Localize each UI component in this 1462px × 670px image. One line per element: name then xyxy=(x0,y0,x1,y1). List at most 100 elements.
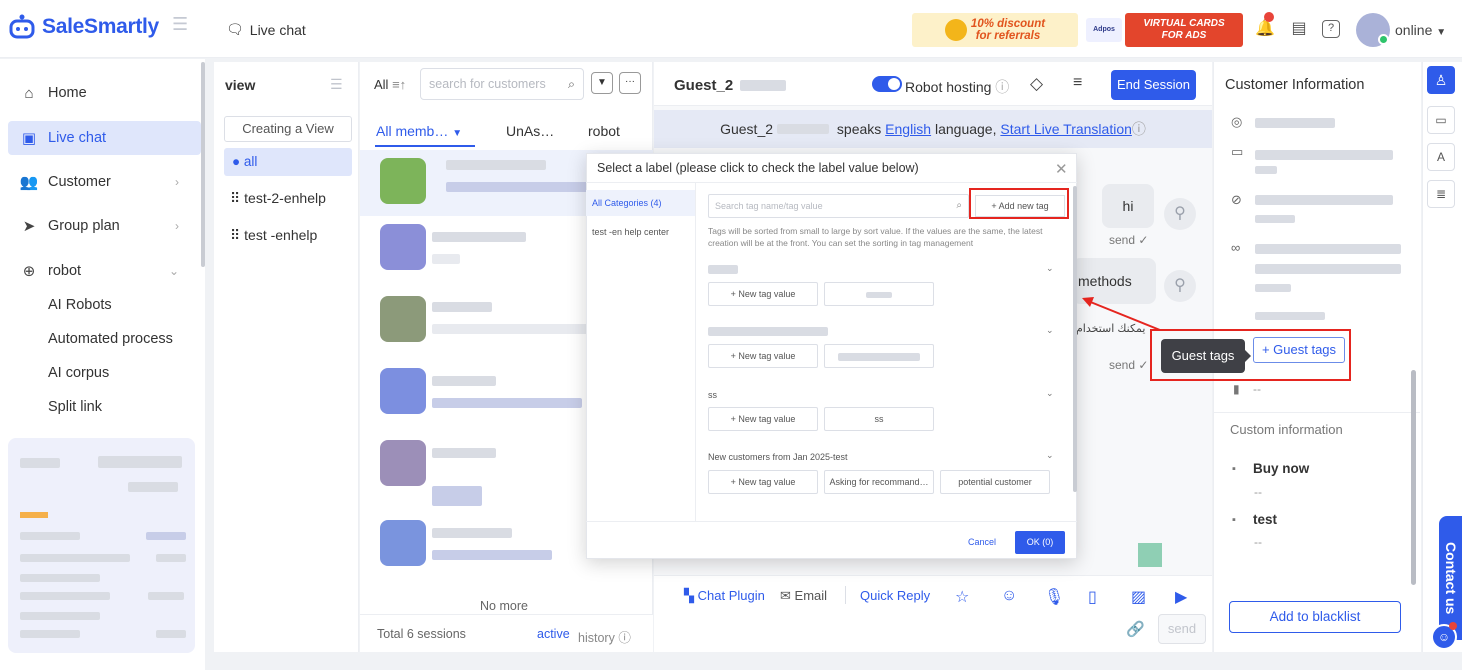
custom-field-value[interactable]: -- xyxy=(1254,535,1262,549)
email-icon: ✉ xyxy=(780,588,791,603)
tag-value[interactable]: ss xyxy=(824,407,934,431)
tag-value[interactable]: Asking for recommand… xyxy=(824,470,934,494)
help-icon[interactable]: ? xyxy=(1322,20,1340,38)
avatar[interactable] xyxy=(380,520,426,566)
chevron-down-icon[interactable]: ⌄ xyxy=(1046,450,1054,461)
cancel-button[interactable]: Cancel xyxy=(968,537,996,547)
avatar[interactable] xyxy=(380,296,426,342)
view-item-all[interactable]: ● all xyxy=(224,148,352,176)
microphone-icon[interactable]: 🎙 xyxy=(1044,587,1064,607)
view-item-label: test-2-enhelp xyxy=(244,190,326,206)
view-menu-icon[interactable]: ☰ xyxy=(330,76,343,93)
document-icon[interactable]: ≣ xyxy=(1427,180,1455,208)
chevron-down-icon[interactable]: ⌄ xyxy=(1046,263,1054,274)
avatar[interactable] xyxy=(380,224,426,270)
email-channel[interactable]: ✉ Email xyxy=(780,588,827,604)
view-title: view xyxy=(225,77,256,93)
sidebar-subitem-automated-process[interactable]: Automated process xyxy=(48,331,173,347)
chat-notes-icon[interactable]: ▭ xyxy=(1427,106,1455,134)
star-icon[interactable]: ☆ xyxy=(955,587,969,607)
session-filter-dropdown[interactable]: All ≡↑ xyxy=(374,77,406,92)
referral-discount-banner[interactable]: 10% discount for referrals xyxy=(912,13,1078,47)
add-to-blacklist-button[interactable]: Add to blacklist xyxy=(1229,601,1401,633)
customer-search-input[interactable]: search for customers ⌕ xyxy=(420,68,584,100)
send-button[interactable]: send xyxy=(1158,614,1206,644)
tab-unassigned[interactable]: UnAs… xyxy=(506,123,554,139)
sidebar-item-customer[interactable]: 👥 Customer › xyxy=(8,165,201,199)
sidebar-subitem-split-link[interactable]: Split link xyxy=(48,399,102,415)
info-scrollbar[interactable] xyxy=(1411,370,1416,585)
tag-group-name xyxy=(708,265,738,274)
filter-icon[interactable]: ▼ xyxy=(591,72,613,94)
create-view-button[interactable]: Creating a View xyxy=(224,116,352,142)
new-tag-value-button[interactable]: + New tag value xyxy=(708,407,818,431)
language-link[interactable]: English xyxy=(885,121,931,137)
sidebar-item-robot[interactable]: ⊕ robot ⌄ xyxy=(8,254,201,288)
history-filter-link[interactable]: history ⓘ xyxy=(578,627,631,646)
close-icon[interactable]: ✕ xyxy=(1055,160,1068,178)
search-list-icon[interactable]: ≡ xyxy=(1073,74,1082,92)
tag-value[interactable] xyxy=(824,344,934,368)
view-item-test-2-enhelp[interactable]: ⠿ test-2-enhelp xyxy=(230,190,326,207)
view-item-label: all xyxy=(243,154,258,169)
tab-all-members[interactable]: All memb… ▼ xyxy=(376,123,462,139)
customer-info-title: Customer Information xyxy=(1225,77,1365,93)
more-options-icon[interactable]: ··· xyxy=(619,72,641,94)
end-session-button[interactable]: End Session xyxy=(1111,70,1196,100)
status-dropdown[interactable]: online ▼ xyxy=(1395,22,1446,38)
device-icon: ▭ xyxy=(1231,144,1244,159)
video-icon[interactable]: ▶ xyxy=(1175,587,1187,607)
sidebar-item-group-plan[interactable]: ➤ Group plan › xyxy=(8,209,201,243)
category-test-en-help-center[interactable]: test -en help center xyxy=(592,227,669,237)
avatar[interactable] xyxy=(380,440,426,486)
chat-bubble-icon: ● xyxy=(232,154,241,169)
tag-search-placeholder: Search tag name/tag value xyxy=(715,201,823,211)
new-tag-value-button[interactable]: + New tag value xyxy=(708,470,818,494)
category-all[interactable]: All Categories (4) xyxy=(586,190,695,216)
file-icon[interactable]: ▯ xyxy=(1088,587,1097,607)
search-icon: ⌕ xyxy=(956,200,962,211)
custom-field-value[interactable]: -- xyxy=(1254,485,1262,499)
bell-icon[interactable]: 🔔 xyxy=(1254,18,1276,40)
sidebar-subitem-ai-robots[interactable]: AI Robots xyxy=(48,297,112,313)
sidebar-item-live-chat[interactable]: ▣ Live chat xyxy=(8,121,201,155)
sidebar-scrollbar[interactable] xyxy=(201,62,205,267)
section-divider xyxy=(1213,412,1420,413)
avatar[interactable] xyxy=(380,368,426,414)
modal-scrollbar[interactable] xyxy=(1073,186,1077,492)
tag-icon[interactable]: ◇ xyxy=(1030,74,1043,94)
translate-icon[interactable]: A xyxy=(1427,143,1455,171)
live-translation-link[interactable]: Start Live Translation xyxy=(1000,121,1132,137)
active-filter-link[interactable]: active xyxy=(537,627,570,641)
message-status: send ✓ xyxy=(1109,233,1148,247)
new-tag-value-button[interactable]: + New tag value xyxy=(708,344,818,368)
tag-value[interactable]: potential customer xyxy=(940,470,1050,494)
link-icon[interactable]: 🔗 xyxy=(1126,620,1145,638)
chat-plugin-channel[interactable]: ▚ Chat Plugin xyxy=(684,588,765,604)
robot-avatar-icon: ⚲ xyxy=(1164,270,1196,302)
robot-hosting-toggle[interactable] xyxy=(872,76,902,92)
view-item-label: test -enhelp xyxy=(244,227,318,243)
help-icon: ⓘ xyxy=(1131,121,1146,137)
menu-collapse-icon[interactable]: ☰ xyxy=(172,14,188,35)
view-item-test-enhelp[interactable]: ⠿ test -enhelp xyxy=(230,227,317,244)
tag-value[interactable] xyxy=(824,282,934,306)
logo[interactable]: SaleSmartly xyxy=(8,12,159,42)
virtual-cards-banner[interactable]: VIRTUAL CARDS FOR ADS xyxy=(1125,13,1243,47)
adpos-logo[interactable]: Adpos xyxy=(1086,18,1122,42)
tag-search-input[interactable]: Search tag name/tag value ⌕ xyxy=(708,194,969,218)
sidebar-subitem-ai-corpus[interactable]: AI corpus xyxy=(48,365,109,381)
tab-robot[interactable]: robot xyxy=(588,123,620,139)
sidebar-item-home[interactable]: ⌂ Home xyxy=(8,76,201,110)
chevron-down-icon[interactable]: ⌄ xyxy=(1046,325,1054,336)
chevron-down-icon[interactable]: ⌄ xyxy=(1046,388,1054,399)
avatar[interactable] xyxy=(380,158,426,204)
image-icon[interactable]: ▨ xyxy=(1131,587,1146,607)
new-tag-value-button[interactable]: + New tag value xyxy=(708,282,818,306)
quick-reply-button[interactable]: Quick Reply xyxy=(860,588,930,603)
ok-button[interactable]: OK (0) xyxy=(1015,531,1065,554)
toolbar-divider xyxy=(845,586,846,604)
emoji-icon[interactable]: ☺ xyxy=(1001,587,1017,605)
customer-profile-icon[interactable]: ♙ xyxy=(1427,66,1455,94)
clipboard-icon[interactable]: ▤ xyxy=(1288,18,1310,40)
